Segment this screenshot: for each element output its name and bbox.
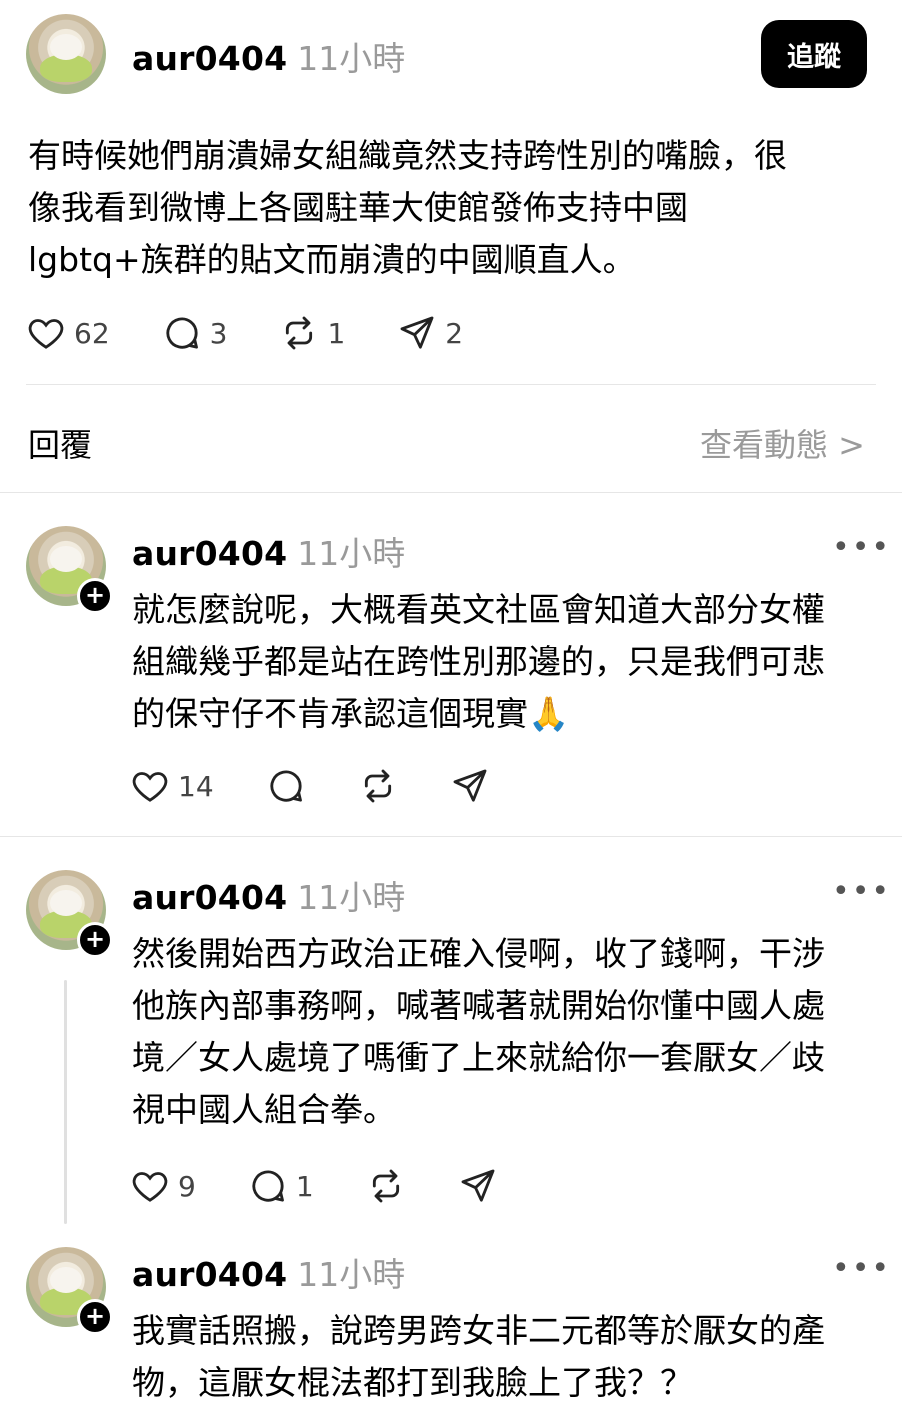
divider	[0, 492, 902, 493]
like-count: 9	[178, 1169, 196, 1203]
more-dots-icon[interactable]: •••	[832, 530, 891, 565]
follow-plus-icon[interactable]: +	[77, 1299, 113, 1335]
reply-header: aur0404 11小時	[132, 871, 405, 919]
comment-icon	[166, 317, 198, 349]
share-count: 2	[445, 316, 464, 350]
share-button[interactable]	[450, 766, 490, 806]
like-button[interactable]: 14	[130, 766, 214, 806]
heart-icon	[28, 319, 64, 349]
repost-icon	[286, 316, 313, 350]
share-icon	[461, 1169, 495, 1202]
more-dots-icon[interactable]: •••	[832, 1251, 891, 1286]
comment-button[interactable]: 3	[162, 313, 228, 353]
post-actions: 62 3 1 2	[26, 313, 515, 353]
comment-icon	[252, 1170, 284, 1202]
view-activity-link[interactable]: 查看動態 >	[700, 420, 865, 466]
username[interactable]: aur0404	[132, 534, 287, 573]
repost-button[interactable]: 1	[279, 313, 345, 353]
thread-line	[64, 980, 67, 1224]
share-icon	[453, 769, 487, 802]
repost-button[interactable]	[366, 1166, 406, 1206]
post-header: aur0404 11小時	[132, 32, 405, 80]
reply-header: aur0404 11小時	[132, 527, 405, 575]
reply-actions: 9 1	[130, 1166, 550, 1206]
repost-button[interactable]	[358, 766, 398, 806]
divider	[0, 836, 902, 837]
follow-plus-icon[interactable]: +	[77, 922, 113, 958]
reply-text: 我實話照搬，說跨男跨女非二元都等於厭女的產 物，這厭女棍法都打到我臉上了我？？	[132, 1311, 825, 1402]
comment-button[interactable]: 1	[248, 1166, 314, 1206]
comment-count: 1	[295, 1169, 314, 1203]
timestamp: 11小時	[297, 39, 406, 78]
like-button[interactable]: 62	[26, 313, 110, 353]
username[interactable]: aur0404	[132, 878, 287, 917]
like-button[interactable]: 9	[130, 1166, 196, 1206]
post-text: 有時候她們崩潰婦女組織竟然支持跨性別的嘴臉，很 像我看到微博上各國駐華大使館發佈…	[28, 136, 787, 279]
like-count: 14	[178, 769, 214, 803]
timestamp: 11小時	[297, 1255, 406, 1294]
repost-icon	[364, 769, 391, 803]
avatar[interactable]	[26, 14, 106, 94]
share-button[interactable]: 2	[397, 313, 463, 353]
reply-header: aur0404 11小時	[132, 1248, 405, 1296]
username[interactable]: aur0404	[132, 1255, 287, 1294]
username[interactable]: aur0404	[132, 39, 287, 78]
heart-icon	[132, 1172, 168, 1202]
timestamp: 11小時	[297, 534, 406, 573]
reply-text: 就怎麼說呢，大概看英文社區會知道大部分女權 組織幾乎都是站在跨性別那邊的，只是我…	[132, 590, 825, 733]
timestamp: 11小時	[297, 878, 406, 917]
comment-button[interactable]	[266, 766, 306, 806]
comment-icon	[270, 770, 302, 802]
repost-icon	[372, 1169, 399, 1203]
divider	[26, 384, 876, 385]
reply-actions: 14	[130, 766, 542, 806]
replies-label: 回覆	[28, 426, 93, 464]
heart-icon	[132, 772, 168, 802]
reply-text: 然後開始西方政治正確入侵啊，收了錢啊，干涉 他族內部事務啊，喊著喊著就開始你懂中…	[132, 934, 825, 1129]
follow-button[interactable]: 追蹤	[761, 20, 867, 88]
share-icon	[400, 316, 434, 349]
comment-count: 3	[209, 316, 228, 350]
repost-count: 1	[327, 316, 346, 350]
share-button[interactable]	[458, 1166, 498, 1206]
like-count: 62	[74, 316, 110, 350]
follow-plus-icon[interactable]: +	[77, 578, 113, 614]
more-dots-icon[interactable]: •••	[832, 874, 891, 909]
